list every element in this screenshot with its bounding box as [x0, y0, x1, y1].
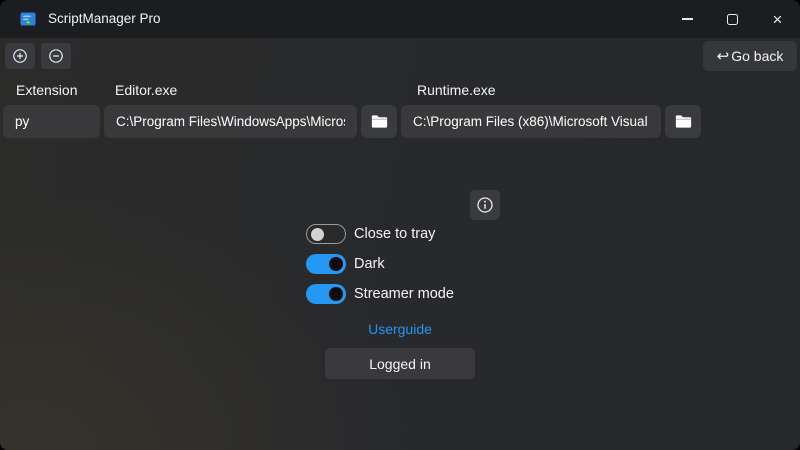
app-window: ScriptManager Pro × [0, 0, 800, 450]
go-back-label: Go back [731, 48, 783, 64]
close-to-tray-toggle[interactable] [306, 224, 346, 244]
info-button[interactable] [470, 190, 500, 220]
window-body: ScriptManager Pro × [0, 0, 800, 450]
info-icon [476, 196, 494, 214]
editor-column-label: Editor.exe [115, 82, 177, 98]
userguide-container: Userguide [0, 321, 800, 339]
back-arrow-icon: ↩ [717, 47, 730, 65]
close-icon: × [773, 11, 783, 28]
minimize-button[interactable] [665, 0, 710, 38]
remove-mapping-button[interactable] [41, 43, 71, 69]
streamer-mode-toggle[interactable] [306, 284, 346, 304]
dark-mode-row: Dark [306, 254, 385, 274]
add-mapping-button[interactable] [5, 43, 35, 69]
close-to-tray-label: Close to tray [354, 226, 435, 242]
runtime-path-input[interactable] [401, 105, 661, 138]
userguide-link[interactable]: Userguide [368, 321, 432, 337]
circle-plus-icon [12, 48, 28, 64]
close-button[interactable]: × [755, 0, 800, 38]
window-title: ScriptManager Pro [48, 0, 161, 38]
main-content: ↩ Go back Extension Editor.exe Runtime.e… [0, 38, 800, 450]
maximize-icon [727, 14, 738, 25]
dark-mode-label: Dark [354, 256, 385, 272]
app-logo-icon [20, 11, 36, 27]
toggle-knob [329, 287, 343, 301]
runtime-browse-button[interactable] [665, 105, 701, 138]
go-back-button[interactable]: ↩ Go back [703, 41, 797, 71]
dark-mode-toggle[interactable] [306, 254, 346, 274]
streamer-mode-row: Streamer mode [306, 284, 454, 304]
streamer-mode-label: Streamer mode [354, 286, 454, 302]
toggle-knob [311, 228, 324, 241]
close-to-tray-row: Close to tray [306, 224, 435, 244]
titlebar: ScriptManager Pro × [0, 0, 800, 38]
maximize-button[interactable] [710, 0, 755, 38]
folder-icon [675, 114, 692, 129]
circle-minus-icon [48, 48, 64, 64]
editor-browse-button[interactable] [361, 105, 397, 138]
window-controls: × [665, 0, 800, 38]
minimize-icon [682, 18, 693, 20]
runtime-column-label: Runtime.exe [417, 82, 496, 98]
toggle-knob [329, 257, 343, 271]
folder-icon [371, 114, 388, 129]
logged-in-button[interactable]: Logged in [325, 348, 475, 379]
extension-input[interactable] [3, 105, 100, 138]
editor-path-input[interactable] [104, 105, 357, 138]
extension-column-label: Extension [16, 82, 77, 98]
